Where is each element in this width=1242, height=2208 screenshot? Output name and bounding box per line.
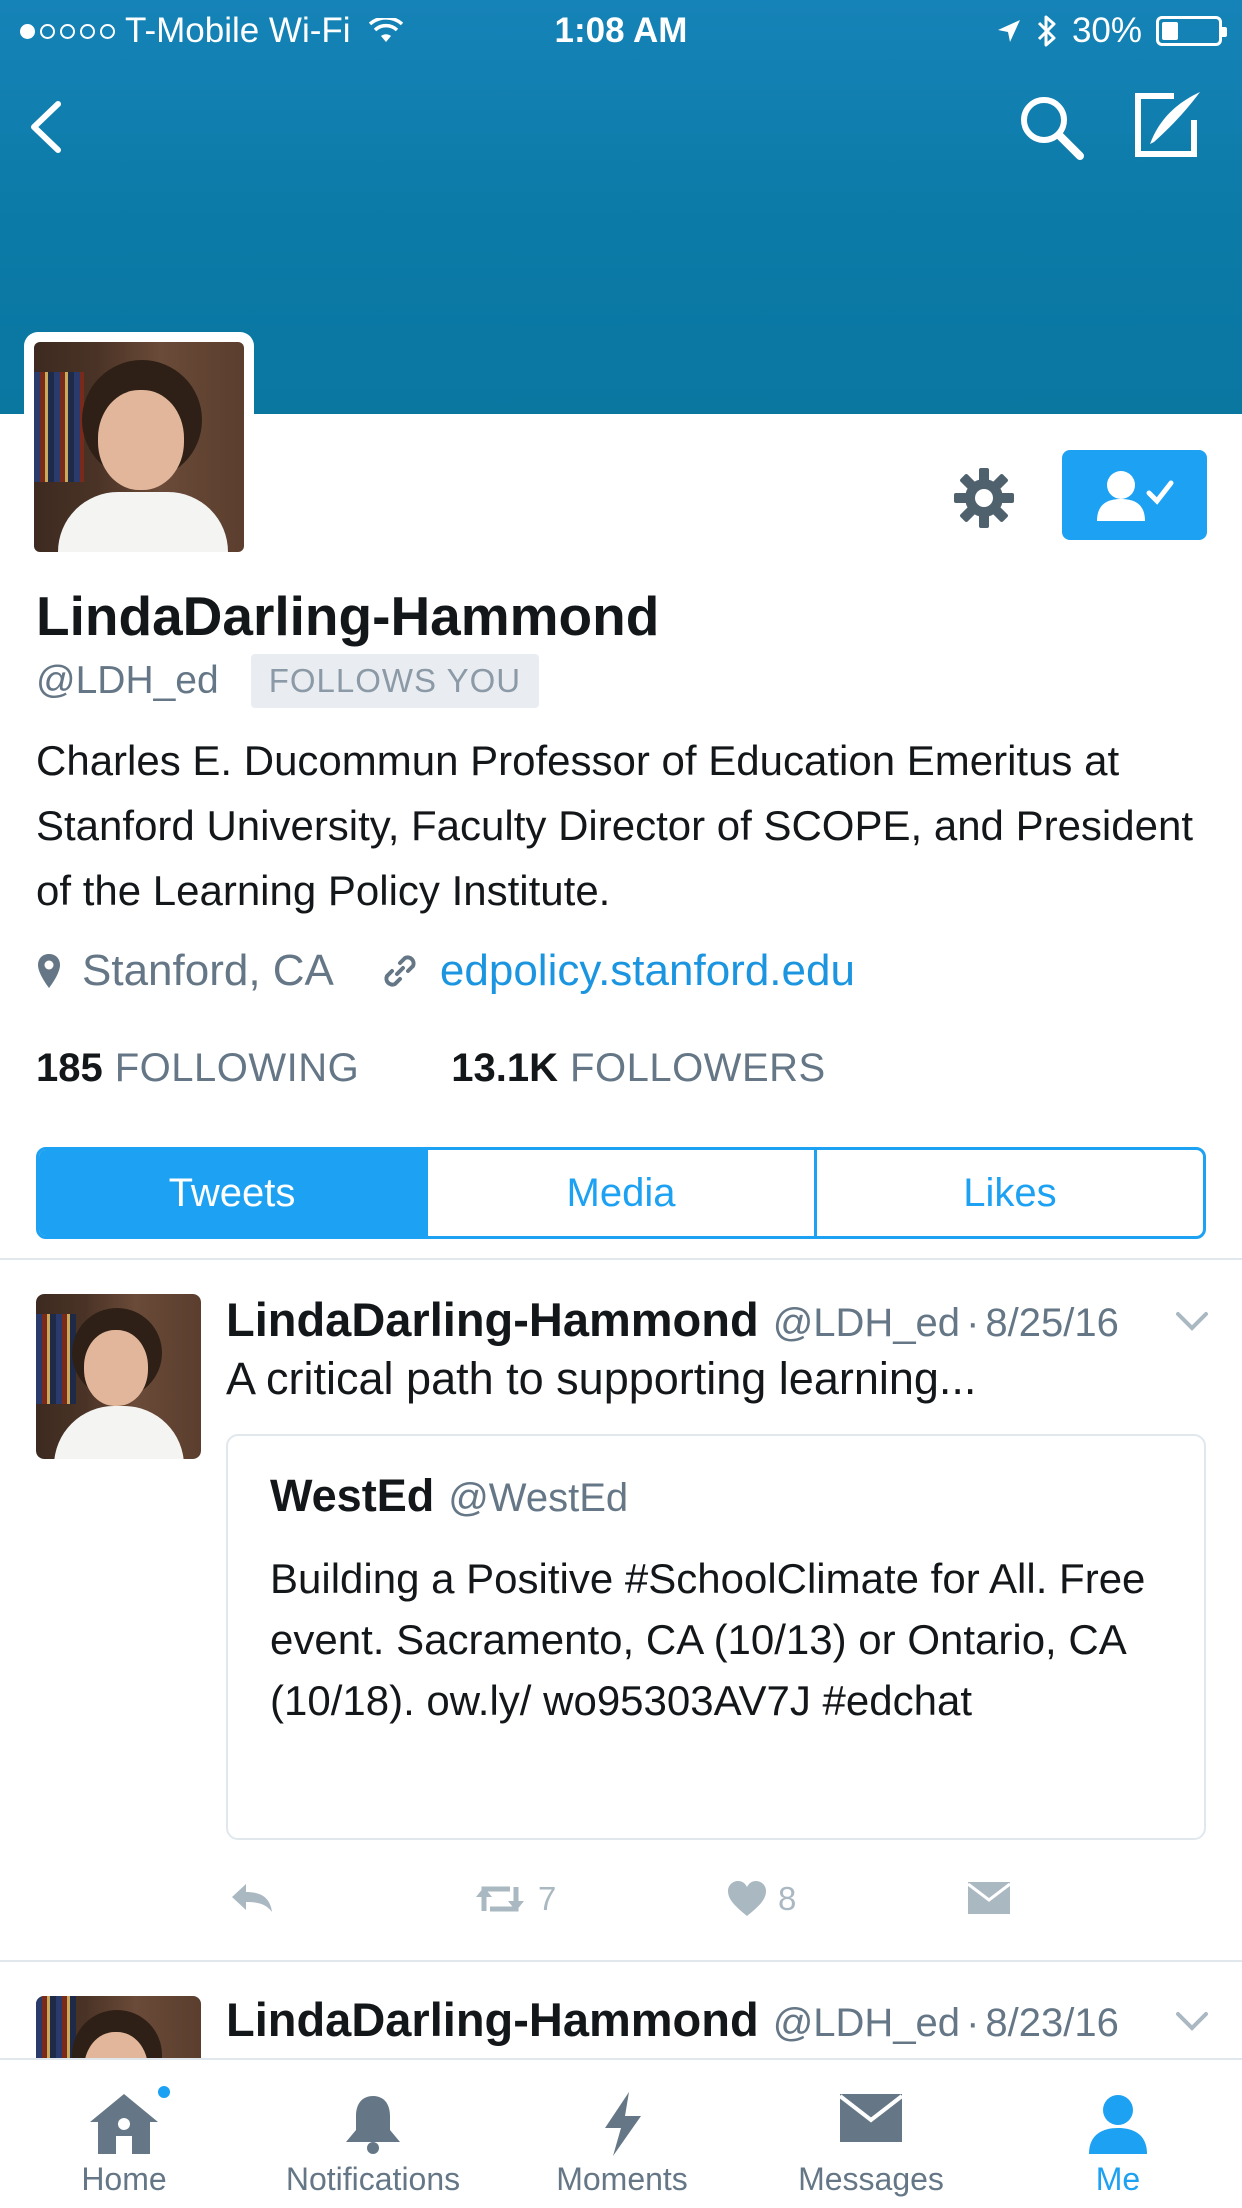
following-count-link[interactable]: 185 FOLLOWING [36, 1046, 359, 1091]
profile-avatar[interactable] [24, 332, 254, 562]
profile-name: LindaDarling-Hammond [36, 585, 660, 647]
status-right: 30% [996, 11, 1227, 51]
bluetooth-icon [1037, 15, 1056, 47]
tabbar-me[interactable]: Me [998, 2060, 1238, 2208]
reply-icon [232, 1884, 272, 1912]
tab-tweets[interactable]: Tweets [39, 1150, 425, 1236]
retweet-count: 7 [538, 1880, 557, 1917]
tab-likes[interactable]: Likes [814, 1150, 1203, 1236]
following-button[interactable] [1062, 450, 1207, 540]
tabbar-home[interactable]: Home [4, 2060, 244, 2208]
person-check-icon [1096, 471, 1173, 521]
quoted-tweet-header: WestEd @WestEd [270, 1470, 628, 1522]
chevron-down-icon[interactable] [1172, 2006, 1212, 2036]
tabbar-label-me: Me [1095, 2161, 1141, 2197]
profile-handle-row: @LDH_ed FOLLOWS YOU [36, 654, 540, 708]
tweet-avatar[interactable] [36, 1294, 201, 1459]
compose-icon[interactable] [1130, 88, 1204, 162]
tweet-date: 8/23/16 [985, 2001, 1119, 2045]
home-notification-dot [156, 2084, 172, 2100]
tweet-separator: · [966, 2001, 980, 2045]
link-icon [384, 955, 416, 987]
profile-bio: Charles E. Ducommun Professor of Educati… [36, 737, 1194, 914]
reply-button[interactable] [228, 1880, 276, 1916]
tweet-author-handle: @LDH_ed [772, 1301, 961, 1345]
follows-you-badge: FOLLOWS YOU [250, 654, 540, 708]
home-icon [90, 2094, 158, 2154]
location-arrow-icon [997, 20, 1020, 42]
person-icon [1089, 2095, 1147, 2154]
profile-counts: 185 FOLLOWING 13.1K FOLLOWERS [36, 1046, 826, 1091]
quoted-author-name: WestEd [270, 1470, 435, 1521]
followers-label: FOLLOWERS [570, 1046, 826, 1090]
tabbar-notifications[interactable]: Notifications [253, 2060, 493, 2208]
tweet-text: A critical path to supporting learning..… [226, 1353, 977, 1404]
gear-icon[interactable] [952, 466, 1016, 530]
tweet-avatar-photo [36, 1996, 201, 2058]
bottom-tab-bar: Home Notifications Moments Messages Me [0, 2058, 1242, 2208]
envelope-icon [967, 1882, 1011, 1914]
profile-meta: Stanford, CA edpolicy.stanford.edu [36, 946, 855, 996]
followers-count: 13.1K [451, 1046, 559, 1090]
battery-icon [1156, 16, 1227, 46]
tabbar-label-notifications: Notifications [285, 2161, 461, 2197]
search-icon[interactable] [1016, 92, 1086, 162]
tweet-separator: · [966, 1301, 980, 1345]
status-bar: T-Mobile Wi-Fi 1:08 AM 30% [0, 0, 1242, 60]
like-count: 8 [778, 1880, 797, 1917]
tweet-divider [0, 1960, 1242, 1962]
lightning-icon [605, 2092, 641, 2156]
profile-tabs: Tweets Media Likes [36, 1147, 1206, 1239]
tabbar-messages[interactable]: Messages [751, 2060, 991, 2208]
following-count: 185 [36, 1046, 103, 1090]
tweet-author-name[interactable]: LindaDarling-Hammond [226, 1292, 759, 1347]
back-chevron-icon[interactable] [18, 92, 78, 162]
tweet-header: LindaDarling-Hammond @LDH_ed · 8/25/16 [226, 1292, 1119, 1347]
retweet-icon [476, 1886, 524, 1912]
like-button[interactable]: 8 [726, 1880, 796, 1918]
retweet-button[interactable]: 7 [472, 1880, 556, 1918]
quoted-author-handle: @WestEd [448, 1476, 629, 1520]
tabs-divider [0, 1258, 1242, 1260]
following-label: FOLLOWING [114, 1046, 360, 1090]
tabbar-label-messages: Messages [798, 2161, 944, 2197]
tweet-avatar-photo [36, 1294, 201, 1459]
profile-handle: @LDH_ed [36, 659, 219, 702]
profile-location: Stanford, CA [82, 946, 334, 995]
tweet-avatar[interactable] [36, 1996, 201, 2058]
bell-icon [346, 2096, 400, 2154]
tab-media[interactable]: Media [425, 1150, 814, 1236]
quoted-tweet-card[interactable]: WestEd @WestEd Building a Positive #Scho… [226, 1434, 1206, 1840]
tweet-header: LindaDarling-Hammond @LDH_ed · 8/23/16 [226, 1992, 1119, 2047]
quoted-tweet-text: Building a Positive #SchoolClimate for A… [270, 1555, 1146, 1724]
location-pin-icon [38, 954, 60, 988]
tweet-author-name[interactable]: LindaDarling-Hammond [226, 1992, 759, 2047]
envelope-icon [838, 2094, 904, 2142]
tweet-date: 8/25/16 [985, 1301, 1119, 1345]
tweet-actions: 7 8 [226, 1880, 1216, 1930]
tabbar-moments[interactable]: Moments [502, 2060, 742, 2208]
followers-count-link[interactable]: 13.1K FOLLOWERS [451, 1046, 825, 1091]
tabbar-label-home: Home [81, 2161, 167, 2197]
avatar-photo [34, 342, 244, 552]
profile-website-link[interactable]: edpolicy.stanford.edu [440, 946, 855, 996]
tweet-author-handle: @LDH_ed [772, 2001, 961, 2045]
heart-icon [728, 1881, 766, 1916]
direct-message-button[interactable] [966, 1880, 1012, 1916]
battery-percent: 30% [1071, 11, 1142, 50]
tabbar-label-moments: Moments [556, 2161, 688, 2197]
chevron-down-icon[interactable] [1172, 1306, 1212, 1336]
